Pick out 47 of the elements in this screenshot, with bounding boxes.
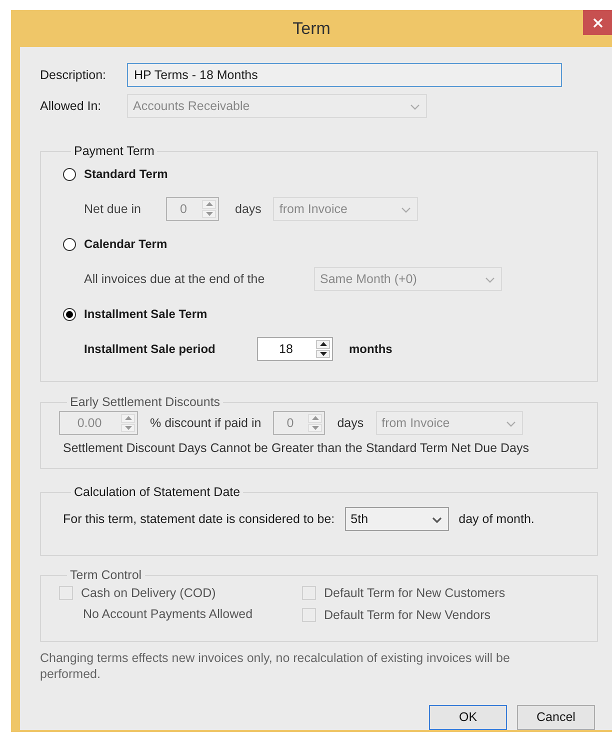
chevron-icon bbox=[432, 517, 442, 523]
unit-label: months bbox=[349, 342, 392, 356]
field-label: Installment Sale period bbox=[84, 342, 216, 356]
close-icon bbox=[592, 18, 602, 28]
down-arrow-icon bbox=[320, 352, 326, 356]
dropdown[interactable]: 5th bbox=[344, 507, 449, 531]
description-label: Description: bbox=[40, 68, 107, 82]
ok-button[interactable]: OK bbox=[429, 704, 507, 730]
unit-label: days bbox=[235, 202, 262, 216]
down-arrow-icon bbox=[312, 426, 319, 430]
spin-down-button[interactable] bbox=[316, 350, 330, 358]
close-button[interactable] bbox=[583, 10, 612, 35]
radio-label[interactable]: Calendar Term bbox=[84, 237, 168, 251]
group-title: Payment Term bbox=[73, 144, 156, 158]
chevron-icon bbox=[410, 104, 420, 110]
group-title: Early Settlement Discounts bbox=[69, 395, 222, 409]
down-arrow-icon bbox=[206, 212, 212, 216]
up-arrow-icon bbox=[124, 416, 132, 420]
chevron-icon bbox=[485, 277, 495, 283]
description-field[interactable]: HP Terms - 18 Months bbox=[127, 63, 562, 87]
up-arrow-icon bbox=[320, 342, 326, 346]
radio-label[interactable]: Standard Term bbox=[84, 167, 168, 181]
allowed-in-label: Allowed In: bbox=[40, 99, 102, 113]
suffix-label: day of month. bbox=[458, 512, 534, 526]
field-label: All invoices due at the end of the bbox=[84, 272, 266, 286]
group-title: Calculation of Statement Date bbox=[73, 485, 242, 499]
field-label: Net due in bbox=[84, 202, 142, 216]
chevron-icon bbox=[506, 421, 516, 427]
up-arrow-icon bbox=[312, 416, 319, 420]
cancel-button[interactable]: Cancel bbox=[517, 704, 595, 730]
chevron-icon bbox=[401, 207, 412, 213]
spin-up-button[interactable] bbox=[316, 340, 330, 348]
note-text: No Account Payments Allowed bbox=[83, 607, 254, 623]
group-title: Term Control bbox=[69, 568, 143, 582]
radio-button[interactable] bbox=[63, 238, 76, 250]
note-text: Settlement Discount Days Cannot be Greater than the Standard Term Net Due Days bbox=[63, 441, 530, 455]
down-arrow-icon bbox=[124, 426, 132, 430]
number-spinner[interactable]: 18 bbox=[257, 337, 333, 361]
field-label: For this term, statement date is considered to be: bbox=[63, 512, 335, 526]
radio-label[interactable]: Installment Sale Term bbox=[84, 307, 208, 321]
window-title: Term bbox=[292, 18, 330, 38]
radio-button[interactable] bbox=[63, 308, 76, 320]
up-arrow-icon bbox=[206, 202, 212, 206]
footer-note: Changing terms effects new invoices only, no recalculation of existing invoices will be performed. bbox=[40, 650, 511, 682]
unit-label: days bbox=[337, 416, 364, 430]
field-label: % discount if paid in bbox=[150, 416, 262, 430]
radio-button[interactable] bbox=[63, 168, 76, 180]
